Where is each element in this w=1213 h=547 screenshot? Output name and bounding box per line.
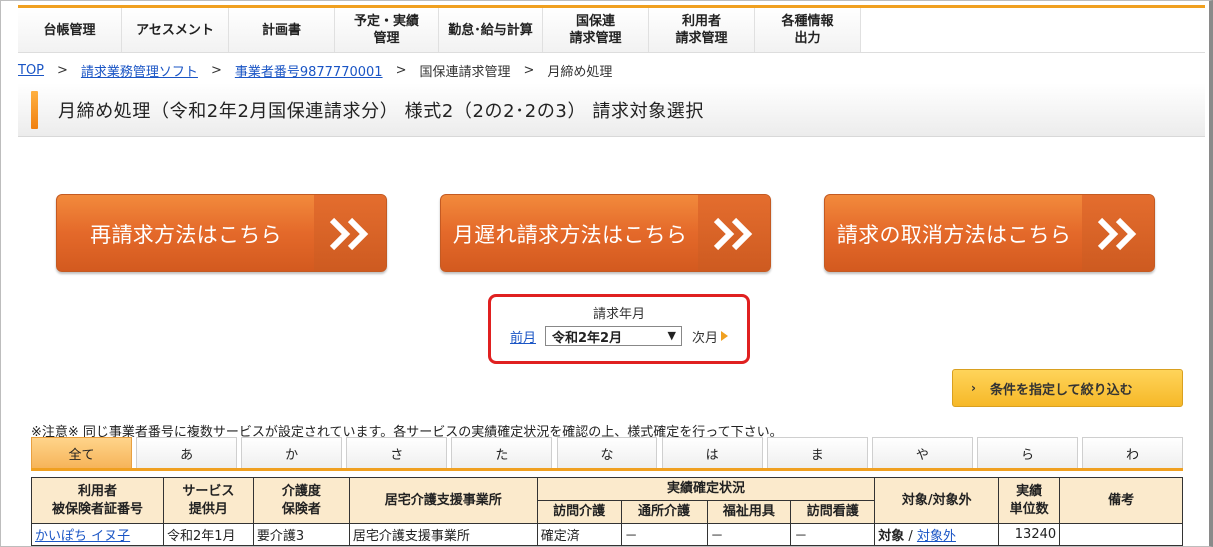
reclaim-method-label: 再請求方法はこちら: [90, 223, 282, 247]
cell-home-nursing: －: [790, 523, 876, 546]
cell-user: かいぽち イヌ子: [31, 523, 164, 546]
late-claim-method-button[interactable]: 月遅れ請求方法はこちら: [440, 194, 771, 272]
cell-home-visit-care: 確定済: [536, 523, 622, 546]
tab-ya[interactable]: や: [871, 437, 973, 468]
nav-assessment[interactable]: アセスメント: [122, 8, 229, 52]
breadcrumb-sep: >: [210, 62, 222, 78]
user-name-link[interactable]: かいぽち イヌ子: [35, 529, 130, 544]
prev-month-link[interactable]: 前月: [510, 327, 536, 346]
breadcrumb-sep: >: [57, 62, 68, 78]
col-header-units: 実績 単位数: [998, 477, 1061, 524]
tab-ta[interactable]: た: [451, 437, 553, 468]
filter-conditions-button[interactable]: › 条件を指定して絞り込む: [952, 369, 1183, 407]
double-chevron-right-icon: [314, 195, 386, 271]
chevron-right-icon: ›: [971, 381, 976, 395]
title-bar: 月締め処理（令和2年2月国保連請求分） 様式2（2の2･2の3） 請求対象選択: [18, 83, 1205, 137]
tab-ka[interactable]: か: [241, 437, 343, 468]
col-header-home-visit-care: 訪問介護: [536, 500, 622, 524]
breadcrumb-current: 月締め処理: [547, 64, 613, 80]
tab-a[interactable]: あ: [136, 437, 238, 468]
dropdown-arrow-icon: ▼: [667, 329, 676, 342]
cell-units: 13240: [998, 523, 1061, 546]
breadcrumb-sep: >: [523, 62, 535, 78]
col-header-care-level: 介護度 保険者: [252, 477, 350, 524]
cell-welfare-equipment: －: [706, 523, 792, 546]
cancel-claim-method-button[interactable]: 請求の取消方法はこちら: [824, 194, 1155, 272]
target-slash: /: [908, 529, 913, 544]
tab-sa[interactable]: さ: [346, 437, 448, 468]
next-month-link[interactable]: 次月: [692, 327, 729, 346]
col-header-home-nursing: 訪問看護: [790, 500, 876, 524]
breadcrumb-office-number[interactable]: 事業者番号9877770001: [235, 61, 383, 80]
table-row: かいぽち イヌ子 令和2年1月 要介護3 居宅介護支援事業所 確定済 － － －…: [31, 523, 1183, 546]
col-header-care-office: 居宅介護支援事業所: [348, 477, 538, 524]
top-nav: 台帳管理 アセスメント 計画書 予定・実績 管理 勤怠･給与計算 国保連 請求管…: [18, 5, 1205, 53]
col-header-welfare-equipment: 福祉用具: [706, 500, 792, 524]
col-header-target: 対象/対象外: [874, 477, 1000, 524]
title-accent-bar: [31, 91, 38, 129]
nav-output[interactable]: 各種情報 出力: [755, 8, 861, 52]
non-target-link[interactable]: 対象外: [917, 529, 956, 544]
col-header-status: 実績確定状況: [536, 477, 876, 501]
app-frame: 台帳管理 アセスメント 計画書 予定・実績 管理 勤怠･給与計算 国保連 請求管…: [0, 0, 1213, 547]
claim-month-value: 令和2年2月: [552, 330, 623, 346]
page-title: 月締め処理（令和2年2月国保連請求分） 様式2（2の2･2の3） 請求対象選択: [58, 101, 705, 122]
nav-spacer: [861, 8, 1205, 52]
breadcrumb-top[interactable]: TOP: [18, 63, 44, 78]
cell-care-level: 要介護3: [252, 523, 350, 546]
cell-note: [1059, 523, 1183, 546]
cell-target: 対象 / 対象外: [874, 523, 1000, 546]
col-header-note: 備考: [1059, 477, 1183, 524]
tab-all[interactable]: 全て: [31, 437, 132, 468]
nav-schedule[interactable]: 予定・実績 管理: [335, 8, 439, 52]
reclaim-method-button[interactable]: 再請求方法はこちら: [56, 194, 387, 272]
nav-attendance[interactable]: 勤怠･給与計算: [439, 8, 543, 52]
cell-care-office: 居宅介護支援事業所: [348, 523, 538, 546]
claim-month-label: 請求年月: [592, 307, 645, 322]
claim-month-select[interactable]: 令和2年2月 ▼: [545, 326, 682, 346]
claim-month-row: 前月 令和2年2月 ▼ 次月: [491, 326, 747, 346]
nav-plan[interactable]: 計画書: [229, 8, 335, 52]
cell-day-care: －: [620, 523, 708, 546]
nav-user-billing[interactable]: 利用者 請求管理: [649, 8, 755, 52]
tab-ra[interactable]: ら: [976, 437, 1078, 468]
nav-ledger[interactable]: 台帳管理: [18, 8, 122, 52]
double-chevron-right-icon: [698, 195, 770, 271]
double-chevron-right-icon: [1082, 195, 1154, 271]
kana-tabs: 全て あ か さ た な は ま や ら わ: [31, 437, 1184, 471]
breadcrumb-billing-soft[interactable]: 請求業務管理ソフト: [81, 61, 198, 80]
col-header-user: 利用者 被保険者証番号: [31, 477, 164, 524]
claim-month-panel: 請求年月 前月 令和2年2月 ▼ 次月: [488, 294, 750, 364]
tab-wa[interactable]: わ: [1082, 437, 1184, 468]
breadcrumb-sep: >: [395, 62, 407, 78]
claim-target-table: 利用者 被保険者証番号 サービス 提供月 介護度 保険者 居宅介護支援事業所 実績確定…: [31, 477, 1183, 546]
col-header-day-care: 通所介護: [620, 500, 708, 524]
tab-na[interactable]: な: [556, 437, 658, 468]
breadcrumb: TOP > 請求業務管理ソフト > 事業者番号9877770001 > 国保連請…: [18, 61, 613, 80]
tab-ma[interactable]: ま: [766, 437, 868, 468]
filter-conditions-label: 条件を指定して絞り込む: [989, 382, 1133, 398]
breadcrumb-kokuho: 国保連請求管理: [419, 64, 511, 80]
triangle-right-icon: [721, 331, 729, 341]
col-header-service-month: サービス 提供月: [162, 477, 254, 524]
late-claim-method-label: 月遅れ請求方法はこちら: [452, 223, 688, 247]
target-selected[interactable]: 対象: [878, 529, 904, 544]
cell-service-month: 令和2年1月: [162, 523, 254, 546]
nav-kokuho-billing[interactable]: 国保連 請求管理: [543, 8, 649, 52]
tab-ha[interactable]: は: [661, 437, 763, 468]
next-month-label: 次月: [692, 330, 719, 346]
cancel-claim-method-label: 請求の取消方法はこちら: [836, 223, 1072, 247]
